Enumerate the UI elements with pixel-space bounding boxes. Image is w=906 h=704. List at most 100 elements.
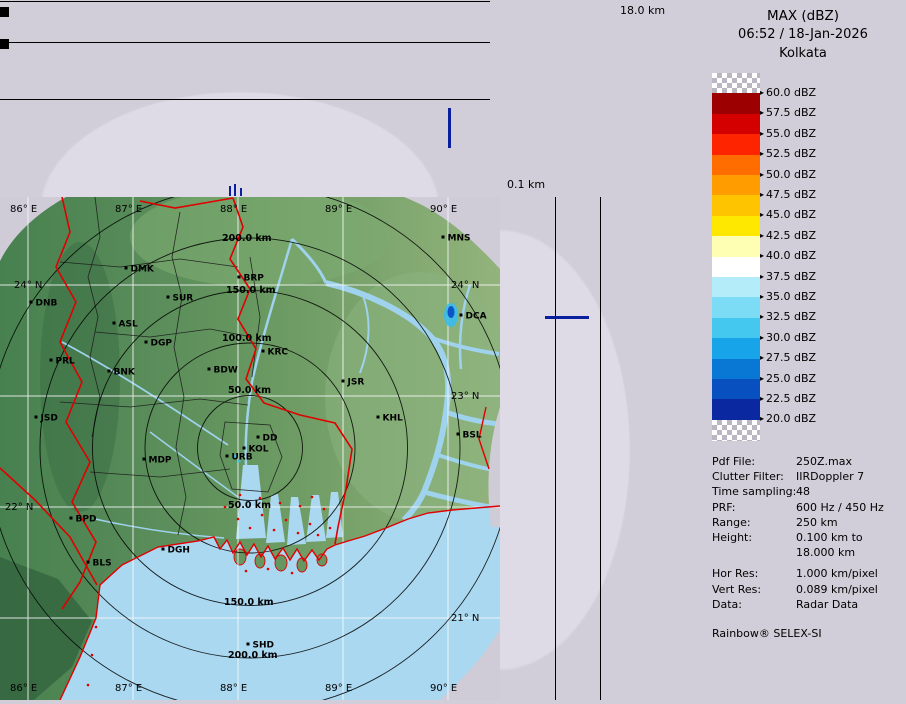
city-marker xyxy=(442,236,445,239)
longitude-label: 90° E xyxy=(430,683,457,694)
dbz-label: ▸52.5 dBZ xyxy=(760,147,816,160)
dbz-band xyxy=(712,297,760,318)
info-row-label: Hor Res: xyxy=(712,567,758,580)
longitude-label: 86° E xyxy=(10,204,37,215)
city-marker xyxy=(87,561,90,564)
city-marker xyxy=(30,301,33,304)
dbz-band xyxy=(712,399,760,420)
scale-arrow-icon: ▸ xyxy=(760,292,764,301)
range-ring-label: 150.0 km xyxy=(224,597,274,608)
longitude-label: 88° E xyxy=(220,683,247,694)
range-ring-label: 100.0 km xyxy=(222,333,272,344)
info-row-value: 250 km xyxy=(796,516,838,529)
info-row-label: Range: xyxy=(712,516,751,529)
dbz-band xyxy=(712,175,760,196)
side-projection-panel xyxy=(500,197,700,700)
dbz-band xyxy=(712,73,760,94)
dbz-band xyxy=(712,379,760,400)
city-marker xyxy=(113,322,116,325)
city-marker-label: ASL xyxy=(119,320,138,330)
city-marker xyxy=(70,517,73,520)
latitude-label: 22° N xyxy=(5,502,33,513)
dbz-label: ▸22.5 dBZ xyxy=(760,392,816,405)
city-marker-label: DGH xyxy=(168,546,190,556)
city-marker-label: BNK xyxy=(114,368,136,378)
info-row-value: 250Z.max xyxy=(796,455,852,468)
dbz-band xyxy=(712,216,760,237)
range-ring-label: 50.0 km xyxy=(228,385,271,396)
range-ring-label: 200.0 km xyxy=(228,650,278,661)
scale-arrow-icon: ▸ xyxy=(760,149,764,158)
info-row-value: 18.000 km xyxy=(796,546,855,559)
dbz-band xyxy=(712,114,760,135)
city-marker xyxy=(208,368,211,371)
dbz-label: ▸55.0 dBZ xyxy=(760,127,816,140)
longitude-label: 89° E xyxy=(325,683,352,694)
scale-arrow-icon: ▸ xyxy=(760,272,764,281)
city-marker-label: BRP xyxy=(244,274,265,284)
dbz-band xyxy=(712,195,760,216)
city-marker-label: BLS xyxy=(93,559,112,569)
city-marker-label: PRL xyxy=(56,357,76,367)
scale-arrow-icon: ▸ xyxy=(760,190,764,199)
dbz-band xyxy=(712,338,760,359)
scale-arrow-icon: ▸ xyxy=(760,333,764,342)
longitude-label: 86° E xyxy=(10,683,37,694)
scale-arrow-icon: ▸ xyxy=(760,251,764,260)
city-marker-label: MNS xyxy=(448,234,471,244)
dbz-label: ▸42.5 dBZ xyxy=(760,229,816,242)
scale-arrow-icon: ▸ xyxy=(760,353,764,362)
city-marker-label: JSD xyxy=(40,414,58,424)
city-marker xyxy=(162,548,165,551)
city-marker xyxy=(460,314,463,317)
echo-projection-top xyxy=(448,108,451,148)
station-name: Kolkata xyxy=(700,46,906,61)
city-marker-label: JSR xyxy=(347,378,365,388)
city-marker-label: BPD xyxy=(76,515,97,525)
city-marker xyxy=(167,296,170,299)
dbz-band xyxy=(712,359,760,380)
info-row-label: Time sampling: xyxy=(712,485,796,498)
radar-map-area: 86° E86° E87° E87° E88° E88° E89° E89° E… xyxy=(0,197,500,700)
latitude-label: 24° N xyxy=(14,280,42,291)
city-marker-label: DNB xyxy=(36,299,58,309)
dbz-label: ▸25.0 dBZ xyxy=(760,372,816,385)
side-height-axis-label: 0.1 km xyxy=(507,178,545,191)
info-row-label: PRF: xyxy=(712,501,735,514)
scale-arrow-icon: ▸ xyxy=(760,108,764,117)
city-marker-label: URB xyxy=(232,453,253,463)
latitude-label: 21° N xyxy=(451,613,479,624)
info-row-label: Clutter Filter: xyxy=(712,470,784,483)
city-marker-label: MDP xyxy=(149,456,172,466)
scale-arrow-icon: ▸ xyxy=(760,88,764,97)
city-marker xyxy=(457,433,460,436)
info-row-value: IIRDoppler 7 xyxy=(796,470,864,483)
latitude-label: 23° N xyxy=(451,391,479,402)
scale-arrow-icon: ▸ xyxy=(760,374,764,383)
dbz-label: ▸50.0 dBZ xyxy=(760,168,816,181)
city-marker xyxy=(342,380,345,383)
legend-panel: MAX (dBZ) 06:52 / 18-Jan-2026 Kolkata ▸6… xyxy=(700,0,906,700)
product-title: MAX (dBZ) xyxy=(700,8,906,24)
info-row-label: Data: xyxy=(712,598,742,611)
dbz-band xyxy=(712,318,760,339)
city-marker xyxy=(257,436,260,439)
echo-projection-top xyxy=(229,186,231,196)
info-row-value: Radar Data xyxy=(796,598,858,611)
dbz-band xyxy=(712,420,760,441)
echo-projection-side xyxy=(545,316,589,319)
dbz-label: ▸45.0 dBZ xyxy=(760,208,816,221)
height-axis-tick xyxy=(0,39,9,49)
dbz-label: ▸47.5 dBZ xyxy=(760,188,816,201)
dbz-label: ▸20.0 dBZ xyxy=(760,412,816,425)
range-ring-label: 200.0 km xyxy=(222,233,272,244)
software-brand: Rainbow® SELEX-SI xyxy=(712,627,822,640)
dbz-label: ▸57.5 dBZ xyxy=(760,106,816,119)
dbz-band xyxy=(712,134,760,155)
echo-projection-top xyxy=(234,184,236,196)
info-row-value: 0.100 km to xyxy=(796,531,863,544)
latitude-label: 24° N xyxy=(451,280,479,291)
dbz-band xyxy=(712,155,760,176)
city-marker-label: KHL xyxy=(383,414,404,424)
height-gridline xyxy=(600,197,601,700)
